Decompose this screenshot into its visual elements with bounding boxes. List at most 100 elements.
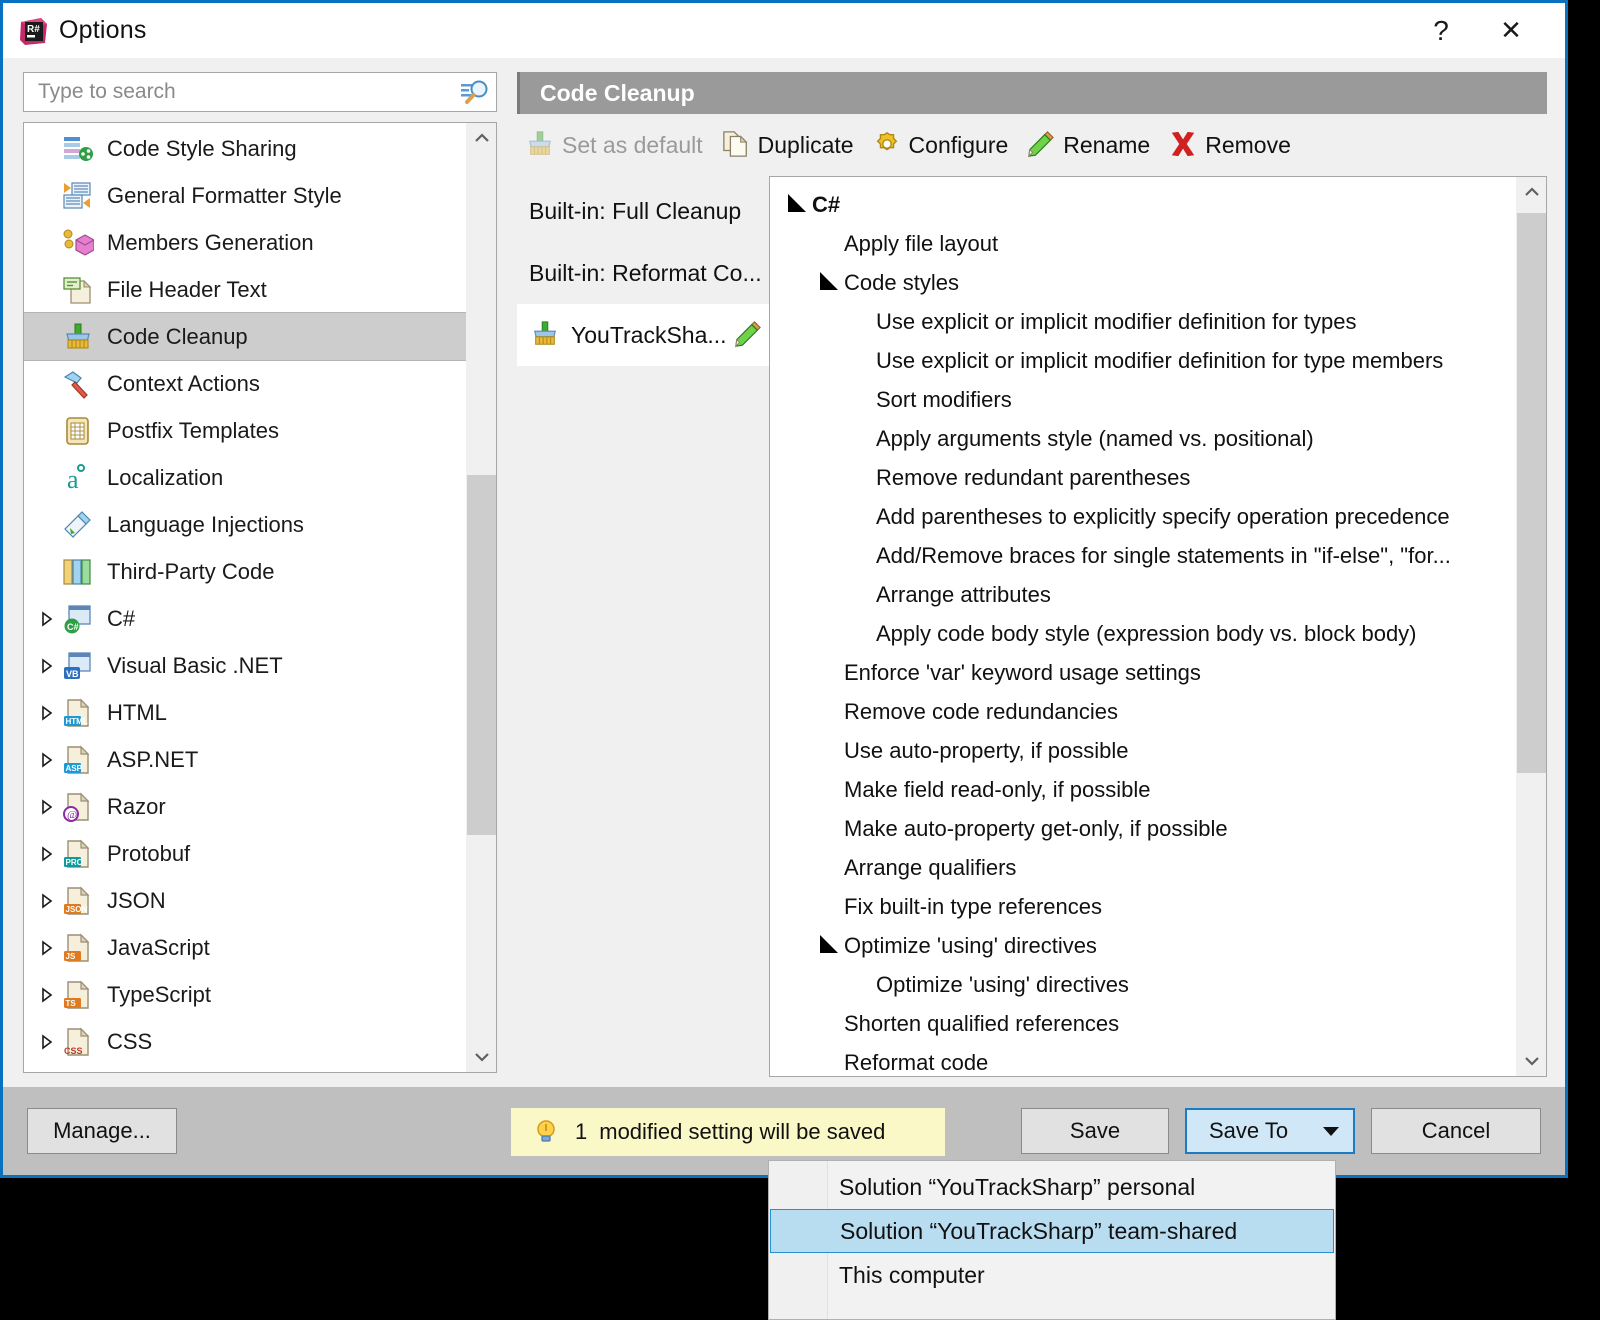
save-to-button[interactable]: Save To <box>1185 1108 1355 1154</box>
manage-button[interactable]: Manage... <box>27 1108 177 1154</box>
profile-item[interactable]: YouTrackSha... <box>517 304 769 366</box>
sidebar-item-visual-basic-net[interactable]: VB Visual Basic .NET <box>24 642 466 689</box>
settings-scroll-up-icon[interactable] <box>1517 177 1546 207</box>
sidebar-item-protobuf[interactable]: PRO Protobuf <box>24 830 466 877</box>
settings-scroll-thumb[interactable] <box>1517 213 1546 773</box>
settings-tree-row[interactable]: Fix built-in type references <box>770 887 1516 926</box>
sidebar-item-code-cleanup[interactable]: Code Cleanup <box>24 312 466 361</box>
settings-tree-row[interactable]: Optimize 'using' directives <box>770 965 1516 1004</box>
settings-tree-row[interactable]: Code styles <box>770 263 1516 302</box>
settings-tree-row[interactable]: Remove code redundancies <box>770 692 1516 731</box>
settings-tree-row[interactable]: Reformat code <box>770 1043 1516 1076</box>
cancel-button[interactable]: Cancel <box>1371 1108 1541 1154</box>
close-icon[interactable]: ✕ <box>1487 3 1535 58</box>
chevron-right-icon[interactable] <box>32 657 62 674</box>
settings-scrollbar[interactable] <box>1516 177 1546 1076</box>
sidebar-item-code-style-sharing[interactable]: Code Style Sharing <box>24 125 466 172</box>
code-cleanup-broom-icon <box>62 322 96 352</box>
settings-tree-label: Use explicit or implicit modifier defini… <box>876 347 1444 373</box>
profile-item[interactable]: Built-in: Reformat Co... <box>517 242 769 304</box>
sidebar-item-label: ASP.NET <box>107 746 199 772</box>
settings-tree-row[interactable]: Apply code body style (expression body v… <box>770 614 1516 653</box>
save-to-dropdown-menu[interactable]: Solution “YouTrackSharp” personal Solutio… <box>768 1160 1336 1320</box>
settings-scroll-down-icon[interactable] <box>1517 1046 1546 1076</box>
scroll-down-icon[interactable] <box>467 1042 496 1072</box>
scroll-up-icon[interactable] <box>467 123 496 153</box>
rename-button[interactable]: Rename <box>1022 126 1164 164</box>
duplicate-button[interactable]: Duplicate <box>717 126 868 164</box>
sidebar-item-third-party-code[interactable]: Third-Party Code <box>24 548 466 595</box>
pencil-icon[interactable] <box>733 320 765 350</box>
chevron-right-icon[interactable] <box>32 1033 62 1050</box>
settings-tree-row[interactable]: Make field read-only, if possible <box>770 770 1516 809</box>
profile-list[interactable]: Built-in: Full Cleanup Built-in: Reformat… <box>517 176 769 1077</box>
triangle-down-icon[interactable] <box>818 271 840 292</box>
settings-tree-row[interactable]: Add/Remove braces for single statements … <box>770 536 1516 575</box>
triangle-down-icon[interactable] <box>786 193 808 214</box>
chevron-right-icon[interactable] <box>32 845 62 862</box>
nav-scroll-track[interactable] <box>467 153 496 1042</box>
sidebar-item-file-header-text[interactable]: File Header Text <box>24 266 466 313</box>
settings-tree-row[interactable]: C# <box>770 185 1516 224</box>
menu-item[interactable]: Solution “YouTrackSharp” team-shared <box>770 1209 1334 1253</box>
settings-tree-row[interactable]: Arrange qualifiers <box>770 848 1516 887</box>
settings-tree-row[interactable]: Make auto-property get-only, if possible <box>770 809 1516 848</box>
settings-tree-row[interactable]: Remove redundant parentheses <box>770 458 1516 497</box>
configure-button[interactable]: Configure <box>868 126 1023 164</box>
sidebar-item-context-actions[interactable]: Context Actions <box>24 360 466 407</box>
search-input[interactable] <box>36 79 460 105</box>
sidebar-item-general-formatter-style[interactable]: General Formatter Style <box>24 172 466 219</box>
settings-tree-row[interactable]: Optimize 'using' directives <box>770 926 1516 965</box>
chevron-right-icon[interactable] <box>32 751 62 768</box>
sidebar-item-json[interactable]: JSON JSON <box>24 877 466 924</box>
json-file-icon: JSON <box>62 886 96 916</box>
settings-tree-row[interactable]: Sort modifiers <box>770 380 1516 419</box>
resharper-logo-icon: R# <box>19 16 49 46</box>
sidebar-item-razor[interactable]: @ Razor <box>24 783 466 830</box>
settings-tree-row[interactable]: Apply file layout <box>770 224 1516 263</box>
sidebar-item-asp-net[interactable]: ASP ASP.NET <box>24 736 466 783</box>
settings-tree-row[interactable]: Shorten qualified references <box>770 1004 1516 1043</box>
sidebar-item-c[interactable]: C# C# <box>24 595 466 642</box>
save-button[interactable]: Save <box>1021 1108 1169 1154</box>
chevron-right-icon[interactable] <box>32 798 62 815</box>
settings-tree-row[interactable]: Apply arguments style (named vs. positio… <box>770 419 1516 458</box>
sidebar-item-language-injections[interactable]: Language Injections <box>24 501 466 548</box>
sidebar-item-members-generation[interactable]: Members Generation <box>24 219 466 266</box>
sidebar-item-javascript[interactable]: JS JavaScript <box>24 924 466 971</box>
sidebar-item-label: Code Cleanup <box>107 323 248 349</box>
settings-tree-row[interactable]: Enforce 'var' keyword usage settings <box>770 653 1516 692</box>
settings-tree-row[interactable]: Use auto-property, if possible <box>770 731 1516 770</box>
broom-icon <box>525 130 557 160</box>
search-box[interactable] <box>23 72 497 112</box>
protobuf-file-icon: PRO <box>62 839 96 869</box>
search-icon[interactable] <box>460 78 490 106</box>
help-button[interactable]: ? <box>1417 3 1465 58</box>
nav-scroll-thumb[interactable] <box>467 475 496 835</box>
chevron-right-icon[interactable] <box>32 986 62 1003</box>
chevron-right-icon[interactable] <box>32 892 62 909</box>
sidebar-item-css[interactable]: CSS CSS <box>24 1018 466 1065</box>
localization-icon: a <box>62 463 96 494</box>
sidebar-item-postfix-templates[interactable]: Postfix Templates <box>24 407 466 454</box>
triangle-down-icon[interactable] <box>818 934 840 955</box>
nav-scrollbar[interactable] <box>466 123 496 1072</box>
settings-tree[interactable]: C# Apply file layout Code styles Use explic… <box>770 177 1516 1076</box>
chevron-right-icon[interactable] <box>32 939 62 956</box>
menu-item[interactable]: Solution “YouTrackSharp” personal <box>769 1165 1335 1209</box>
settings-tree-row[interactable]: Arrange attributes <box>770 575 1516 614</box>
sidebar-item-localization[interactable]: a Localization <box>24 454 466 501</box>
settings-tree-row[interactable]: Use explicit or implicit modifier defini… <box>770 341 1516 380</box>
menu-item[interactable]: This computer <box>769 1253 1335 1297</box>
sidebar-item-typescript[interactable]: TS TypeScript <box>24 971 466 1018</box>
title-bar: R# Options ? ✕ <box>3 3 1565 58</box>
settings-nav-list[interactable]: Code Style Sharing General Formatter Styl… <box>24 123 466 1072</box>
settings-tree-row[interactable]: Add parentheses to explicitly specify op… <box>770 497 1516 536</box>
chevron-right-icon[interactable] <box>32 610 62 627</box>
profile-item[interactable]: Built-in: Full Cleanup <box>517 180 769 242</box>
sidebar-item-html[interactable]: HTML HTML <box>24 689 466 736</box>
chevron-right-icon[interactable] <box>32 704 62 721</box>
settings-scroll-track[interactable] <box>1517 207 1546 1046</box>
settings-tree-row[interactable]: Use explicit or implicit modifier defini… <box>770 302 1516 341</box>
remove-button[interactable]: Remove <box>1164 126 1305 164</box>
